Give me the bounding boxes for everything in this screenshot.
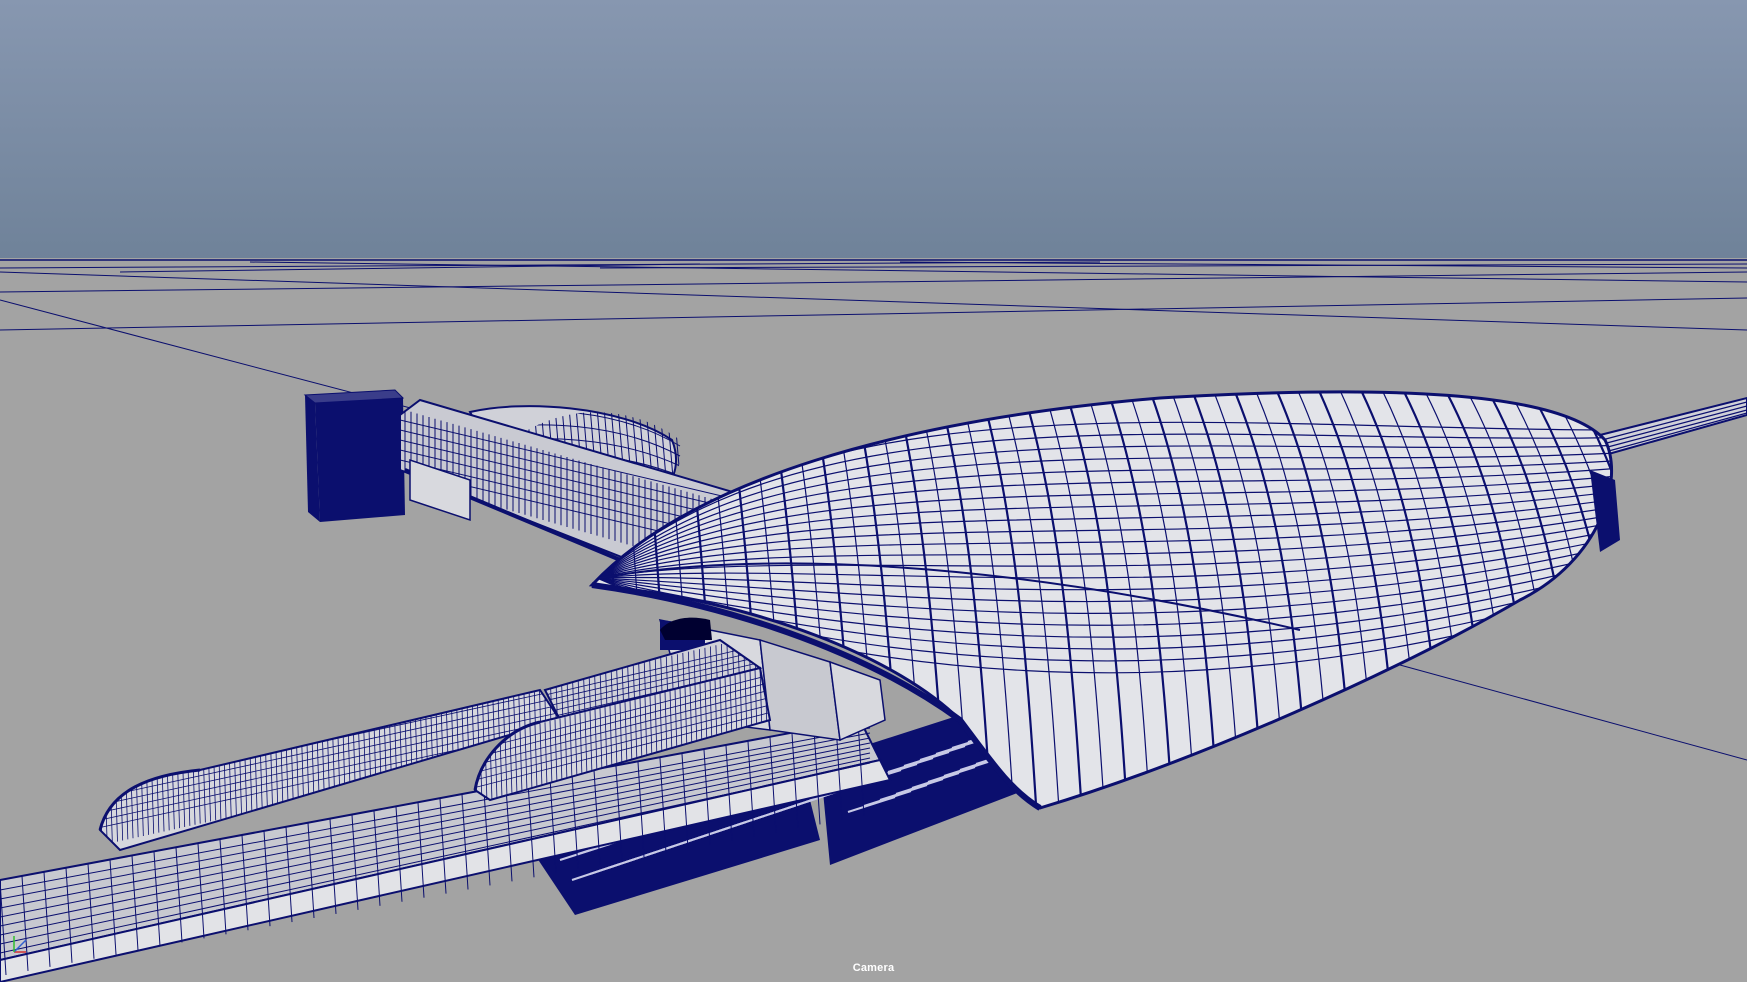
3d-viewport[interactable]: Camera xyxy=(0,0,1747,982)
scene-canvas[interactable] xyxy=(0,0,1747,982)
tower-building xyxy=(303,389,405,522)
camera-label: Camera xyxy=(852,962,895,974)
xyz-axis-icon xyxy=(13,936,27,953)
sky-background xyxy=(0,0,1747,260)
